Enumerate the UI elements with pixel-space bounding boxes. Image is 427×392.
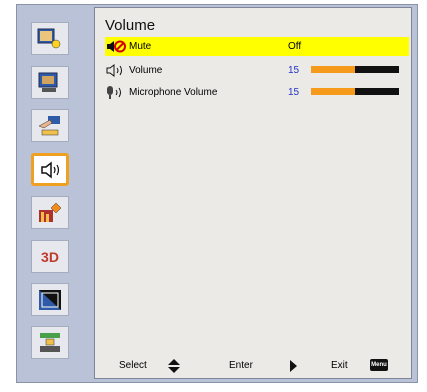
sidebar-item-options[interactable]	[31, 196, 69, 229]
menu-row-microphone-volume[interactable]: Microphone Volume 15	[105, 83, 409, 102]
enter-hint-label: Enter	[229, 360, 253, 371]
sidebar-item-image[interactable]	[31, 66, 69, 99]
speaker-icon	[106, 64, 122, 77]
select-hint-label: Select	[119, 360, 147, 371]
menu-row-mute[interactable]: Mute Off	[105, 37, 409, 56]
setup-hand-icon	[38, 115, 60, 135]
sidebar: 3D	[23, 12, 79, 377]
sidebar-item-volume[interactable]	[31, 153, 69, 186]
sidebar-item-display[interactable]	[31, 22, 69, 55]
volume-slider[interactable]	[311, 66, 399, 73]
network-plug-icon	[40, 332, 60, 352]
display-brightness-icon	[37, 28, 61, 48]
volume-label: Volume	[129, 65, 163, 76]
microphone-icon	[107, 86, 121, 99]
menu-key-icon: Menu	[370, 359, 388, 371]
microphone-volume-label: Microphone Volume	[129, 87, 218, 98]
3d-icon: 3D	[41, 248, 59, 265]
projector-screen-icon	[38, 72, 58, 92]
menu-row-volume[interactable]: Volume 15	[105, 61, 409, 80]
up-down-arrow-icon	[168, 359, 180, 373]
exit-hint-label: Exit	[331, 360, 348, 371]
sidebar-item-setup[interactable]	[31, 109, 69, 142]
right-arrow-icon	[290, 360, 297, 372]
sidebar-item-network[interactable]	[31, 326, 69, 359]
mute-value: Off	[288, 41, 302, 52]
microphone-volume-slider[interactable]	[311, 88, 399, 95]
mute-icon	[107, 40, 126, 53]
volume-value: 15	[288, 65, 300, 76]
volume-panel: Volume Mute Off Volume 15 Microphone Vol…	[94, 7, 412, 379]
footer-hints: Select Enter Exit Menu	[95, 358, 413, 374]
options-info-icon	[39, 202, 62, 222]
lan-network-icon	[39, 289, 61, 310]
speaker-volume-icon	[41, 160, 60, 179]
microphone-volume-value: 15	[288, 87, 300, 98]
page-title: Volume	[105, 17, 156, 34]
sidebar-item-3d[interactable]: 3D	[31, 240, 69, 273]
mute-label: Mute	[129, 41, 152, 52]
sidebar-item-lan[interactable]	[31, 283, 69, 316]
